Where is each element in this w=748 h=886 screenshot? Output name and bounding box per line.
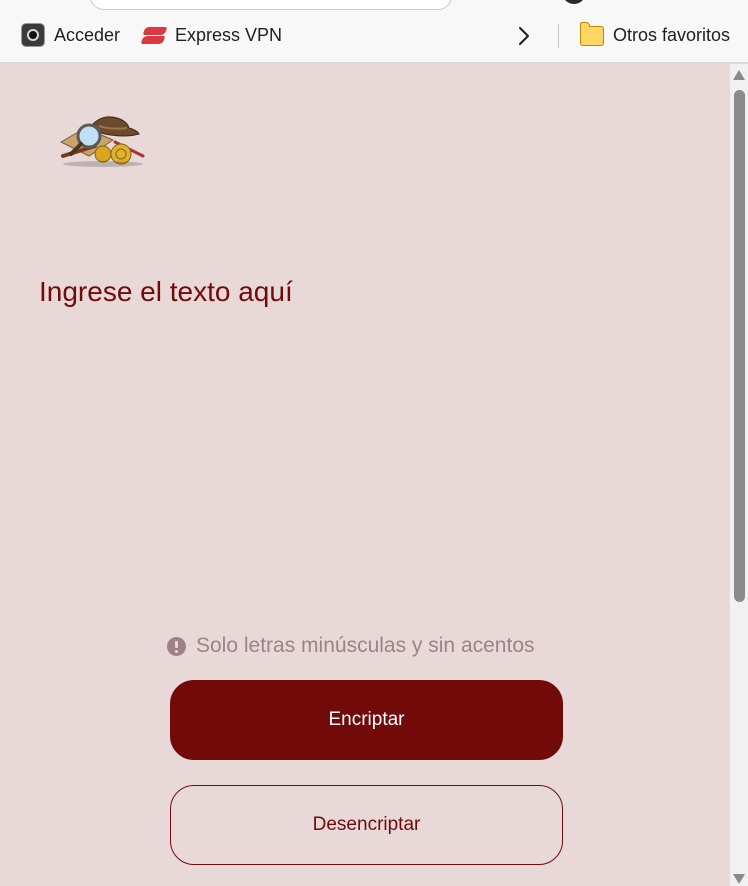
bookmark-acceder[interactable]: Acceder <box>21 22 120 48</box>
chevron-right-icon <box>519 27 529 45</box>
text-input[interactable] <box>39 274 679 614</box>
bookmarks-separator <box>558 24 559 48</box>
scroll-thumb[interactable] <box>734 90 745 602</box>
decrypt-button-label: Desencriptar <box>312 814 421 835</box>
scroll-down-arrow-icon[interactable] <box>733 874 745 884</box>
page-content: Solo letras minúsculas y sin acentos Enc… <box>3 64 730 886</box>
bookmark-folder-label: Otros favoritos <box>613 24 731 45</box>
detective-magnifier-logo <box>59 116 145 167</box>
bookmark-express-vpn[interactable]: Express VPN <box>140 22 283 48</box>
folder-icon <box>579 22 604 46</box>
exclamation-circle-icon <box>167 636 186 656</box>
acceder-app-icon <box>21 23 45 47</box>
more-bookmarks-button[interactable] <box>512 24 536 48</box>
encrypt-button[interactable]: Encriptar <box>170 680 563 760</box>
browser-bookmarks-bar: Acceder Express VPN Otros favoritos <box>0 0 748 63</box>
bookmark-label: Express VPN <box>175 24 283 45</box>
address-bar[interactable] <box>90 0 452 10</box>
decrypt-button[interactable]: Desencriptar <box>170 785 563 865</box>
vertical-scrollbar[interactable] <box>730 64 748 886</box>
scroll-up-arrow-icon[interactable] <box>733 70 745 80</box>
profile-avatar[interactable] <box>562 0 586 4</box>
hint-text: Solo letras minúsculas y sin acentos <box>196 634 535 657</box>
expressvpn-logo-icon <box>140 23 168 47</box>
bookmark-folder-otros-favoritos[interactable]: Otros favoritos <box>579 22 731 48</box>
encrypt-button-label: Encriptar <box>328 709 405 730</box>
input-hint: Solo letras minúsculas y sin acentos <box>167 632 535 660</box>
bookmark-label: Acceder <box>54 24 121 45</box>
